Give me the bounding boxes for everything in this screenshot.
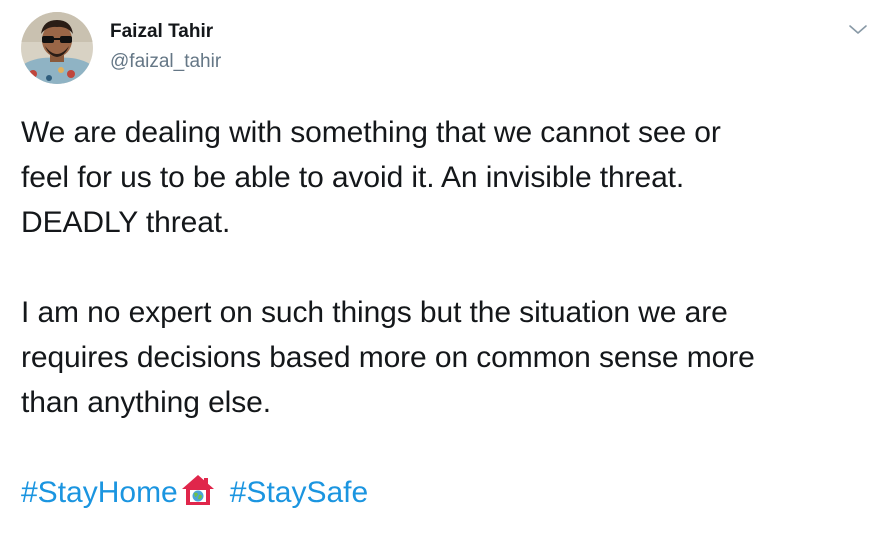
tweet-menu-button[interactable]	[844, 18, 872, 40]
profile-photo-icon	[21, 12, 93, 84]
tweet-line: feel for us to be able to avoid it. An i…	[21, 161, 685, 194]
author-display-name[interactable]: Faizal Tahir	[110, 21, 213, 43]
tweet-line: I am no expert on such things but the si…	[21, 296, 728, 329]
tweet-line: We are dealing with something that we ca…	[21, 116, 721, 149]
author-handle[interactable]: @faizal_tahir	[110, 51, 221, 73]
tweet-line: DEADLY threat.	[21, 206, 231, 239]
tweet-text: We are dealing with something that we ca…	[21, 110, 876, 425]
tweet-line: than anything else.	[21, 386, 271, 419]
tweet-card: Faizal Tahir @faizal_tahir We are dealin…	[0, 0, 889, 535]
hashtag-stayhome-link[interactable]: #StayHome	[21, 476, 178, 509]
house-with-globe-emoji-icon	[180, 472, 216, 508]
tweet-paragraph-1: We are dealing with something that we ca…	[21, 110, 876, 245]
hashtag-staysafe-link[interactable]: #StaySafe	[230, 476, 368, 509]
tweet-paragraph-2: I am no expert on such things but the si…	[21, 290, 876, 425]
chevron-down-icon	[849, 25, 867, 34]
tweet-line: requires decisions based more on common …	[21, 341, 755, 374]
hashtag-line: #StayHome #StaySafe	[21, 470, 368, 515]
avatar[interactable]	[21, 12, 93, 84]
